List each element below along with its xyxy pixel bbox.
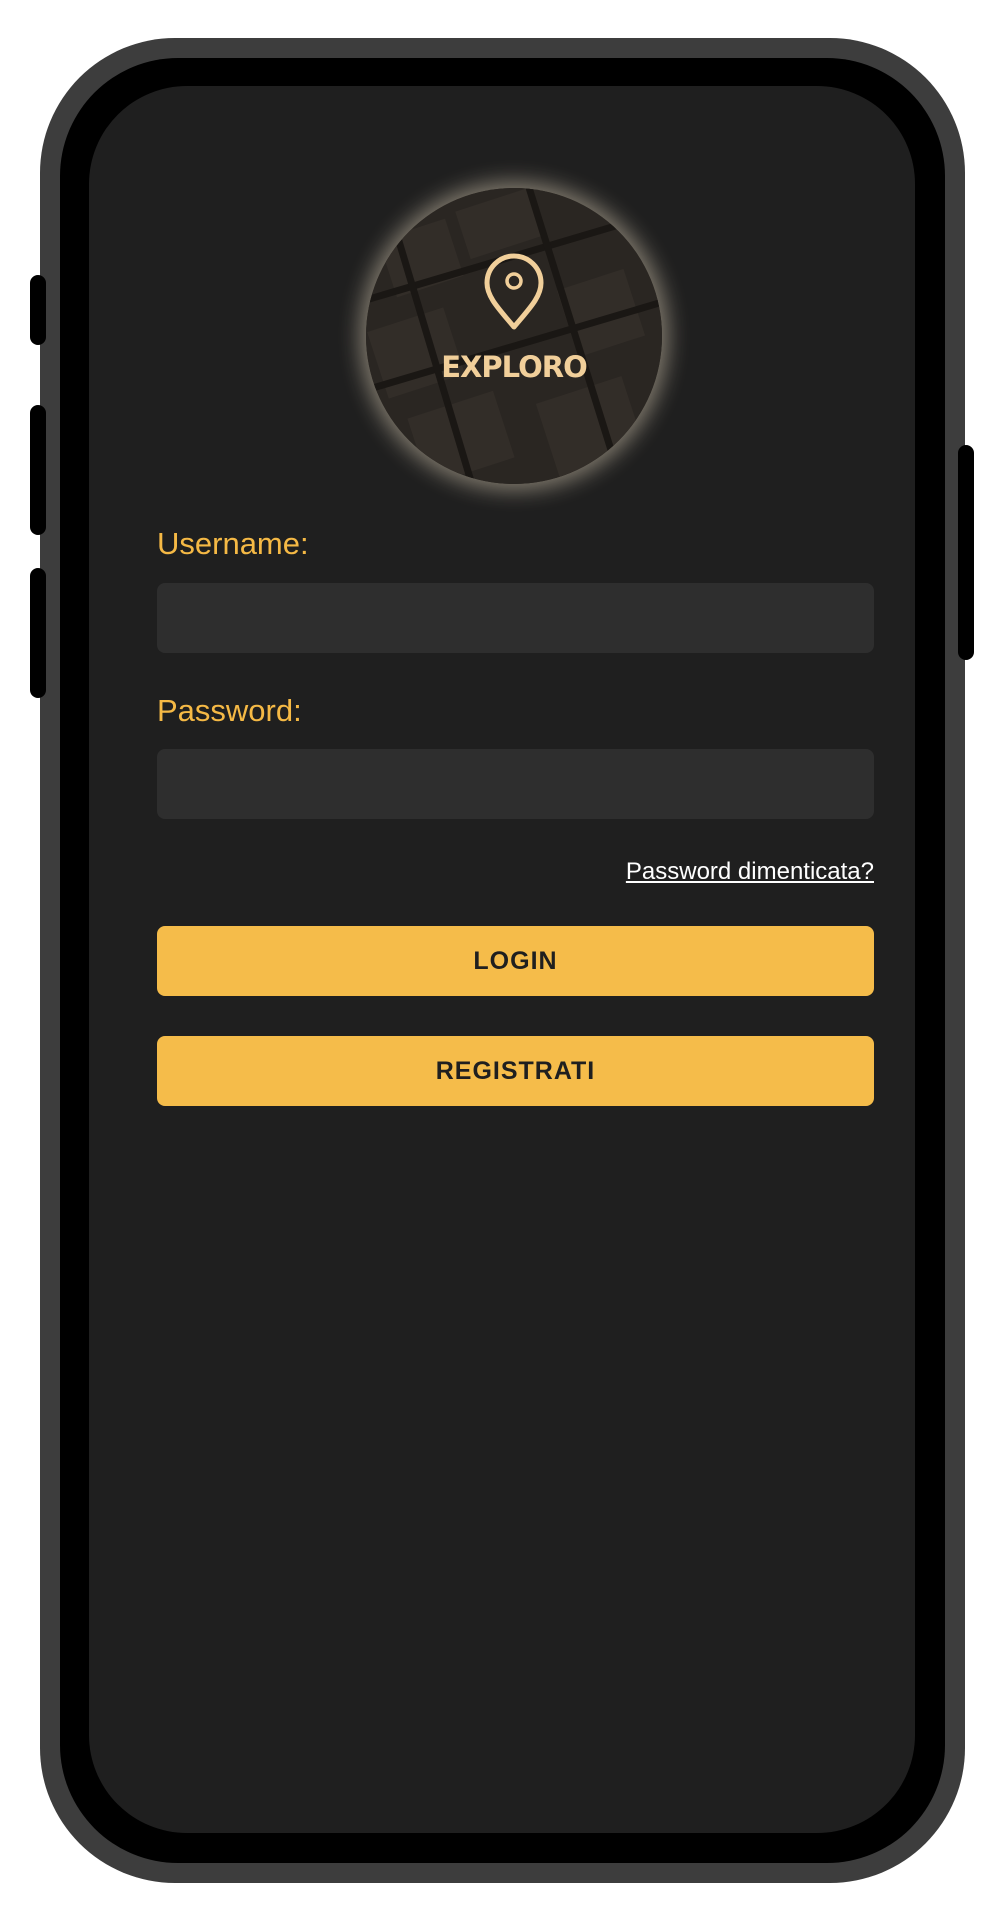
login-button[interactable]: LOGIN xyxy=(157,926,874,996)
volume-up-button xyxy=(30,405,46,535)
forgot-password-link[interactable]: Password dimenticata? xyxy=(626,858,874,886)
password-input[interactable] xyxy=(157,749,874,819)
register-button[interactable]: REGISTRATI xyxy=(157,1036,874,1106)
password-label: Password: xyxy=(157,693,302,728)
mute-switch xyxy=(30,275,46,345)
login-screen: EXPLORO Username: Password: Password dim… xyxy=(89,86,915,1833)
app-logo: EXPLORO xyxy=(366,188,662,484)
logo-text: EXPLORO xyxy=(441,350,588,384)
username-input[interactable] xyxy=(157,583,874,653)
volume-down-button xyxy=(30,568,46,698)
power-button xyxy=(958,445,974,660)
map-pin-icon xyxy=(484,253,544,330)
map-background xyxy=(366,188,662,484)
username-label: Username: xyxy=(157,526,309,561)
